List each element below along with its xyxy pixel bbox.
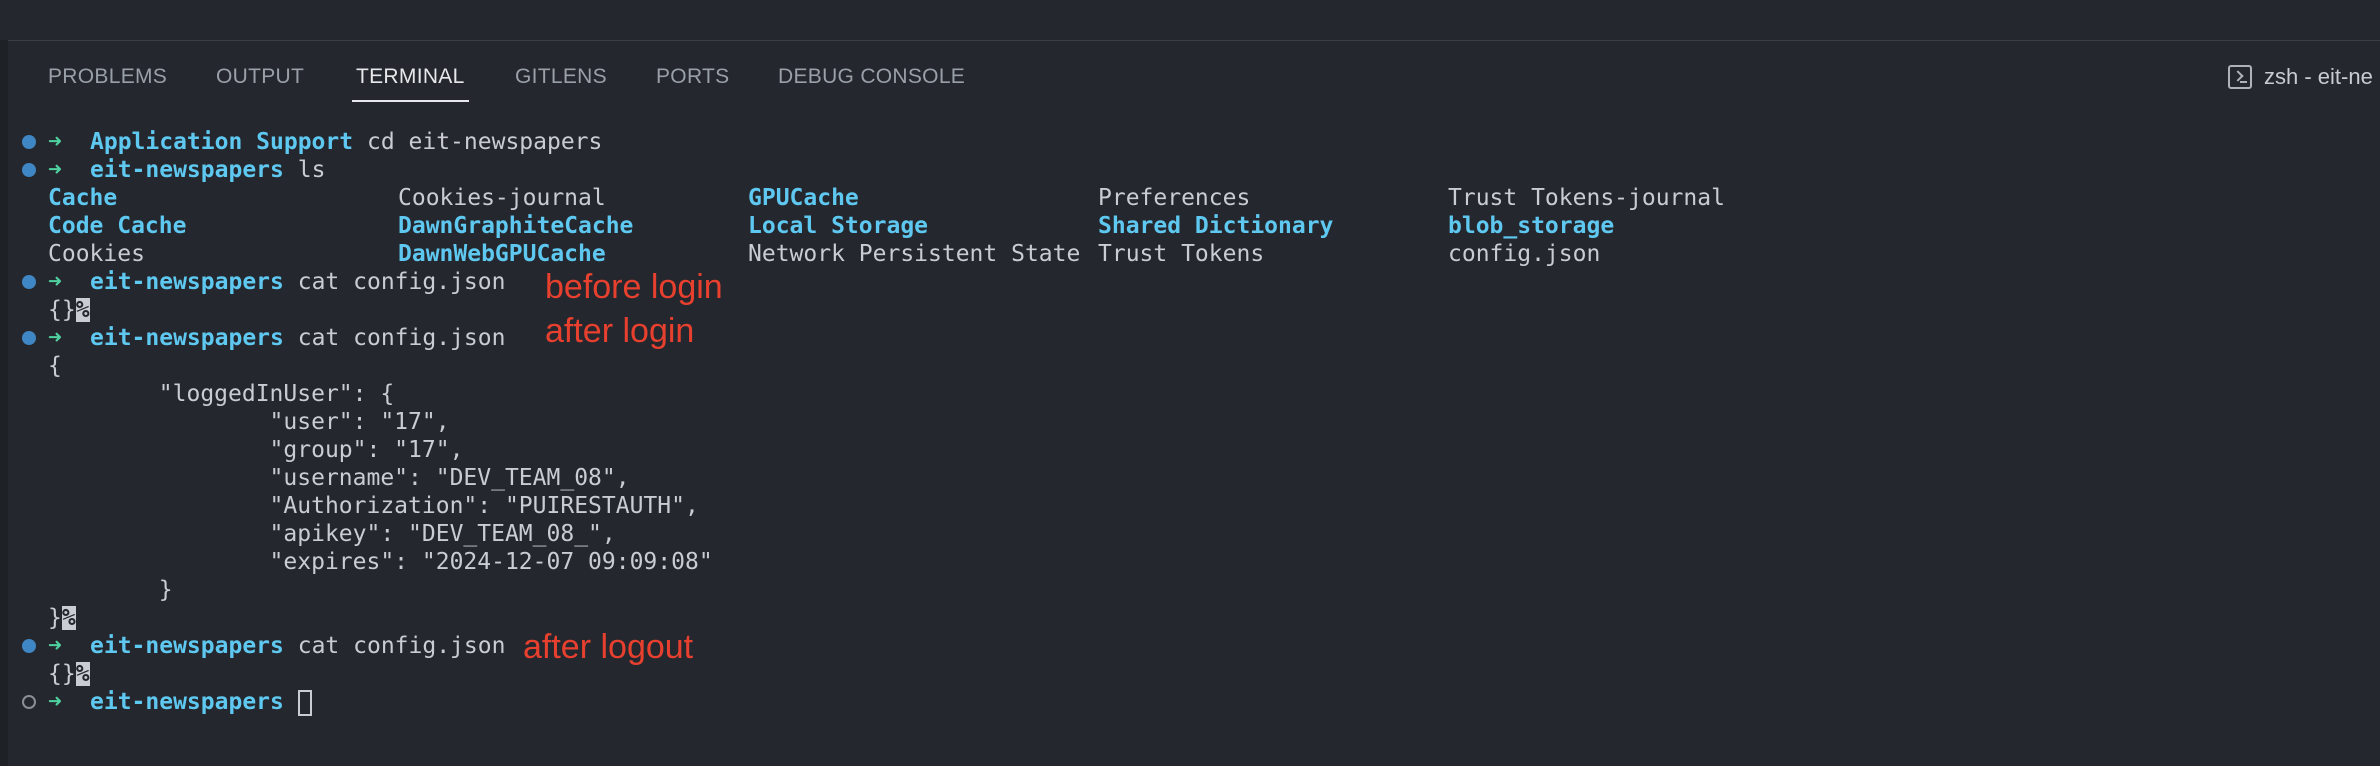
prompt-line-3: eit-newspapers cat config.json [90,268,505,296]
command-success-dot[interactable] [22,275,36,289]
command-text: cd eit-newspapers [366,129,603,155]
terminal-instance-label: zsh - eit-ne [2264,64,2373,89]
prompt-directory: eit-newspapers [90,689,284,715]
no-newline-marker: % [61,605,76,631]
prompt-directory: eit-newspapers [90,325,284,351]
json-output-line: "group": "17", [48,437,464,463]
ls-entry-dir: Shared Dictionary [1098,213,1334,239]
command-text: cat config.json [297,269,506,295]
prompt-arrow: ➜ [48,325,62,351]
json-output-line: { [48,353,62,379]
ls-entry-dir: GPUCache [748,185,859,211]
prompt-arrow: ➜ [48,129,62,155]
tab-problems[interactable]: PROBLEMS [48,60,167,100]
json-output-line: "Authorization": "PUIRESTAUTH", [48,493,699,519]
prompt-line-2: eit-newspapers ls [90,156,325,184]
json-output-line: }% [48,605,76,631]
command-text: cat config.json [297,633,506,659]
json-output-line: "user": "17", [48,409,450,435]
prompt-arrow: ➜ [48,689,62,715]
tab-output[interactable]: OUTPUT [216,60,304,100]
prompt-directory: Application Support [90,129,354,155]
ls-entry-file: Cookies-journal [398,185,606,211]
annotation-after-logout: after logout [523,628,694,666]
tab-terminal[interactable]: TERMINAL [352,60,469,102]
command-output: {}% [48,297,90,323]
annotation-before-login: before login [545,268,723,306]
command-text: cat config.json [297,325,506,351]
prompt-directory: eit-newspapers [90,269,284,295]
command-pending-dot[interactable] [22,695,36,709]
prompt-arrow: ➜ [48,633,62,659]
command-success-dot[interactable] [22,163,36,177]
terminal-cursor [297,689,312,716]
command-success-dot[interactable] [22,135,36,149]
command-text: ls [297,157,326,183]
prompt-line-1: Application Support cd eit-newspapers [90,128,602,156]
terminal-instance-selector[interactable]: zsh - eit-ne [2228,60,2373,94]
editor-top-strip [0,0,2380,41]
prompt-arrow: ➜ [48,157,62,183]
json-output-line: } [48,577,173,603]
command-output: {}% [48,661,90,687]
tab-gitlens[interactable]: GITLENS [515,60,607,100]
activity-bar-edge [0,40,8,766]
ls-entry-dir: Local Storage [748,213,929,239]
command-success-dot[interactable] [22,331,36,345]
tab-ports[interactable]: PORTS [656,60,729,100]
no-newline-marker: % [75,297,90,323]
prompt-line-5: eit-newspapers cat config.json [90,632,505,660]
no-newline-marker: % [75,661,90,687]
ls-entry-dir: DawnGraphiteCache [398,213,634,239]
ls-entry-dir: Code Cache [48,213,187,239]
terminal-icon [2228,65,2252,89]
prompt-directory: eit-newspapers [90,157,284,183]
prompt-line-4: eit-newspapers cat config.json [90,324,505,352]
prompt-line-6[interactable]: eit-newspapers [90,688,312,716]
ls-entry-dir: DawnWebGPUCache [398,241,606,267]
json-output-line: "expires": "2024-12-07 09:09:08" [48,549,713,575]
ls-entry-file: Preferences [1098,185,1251,211]
prompt-arrow: ➜ [48,269,62,295]
ls-entry-file: config.json [1448,241,1601,267]
ls-entry-file: Network Persistent State [748,241,1081,267]
tab-debug-console[interactable]: DEBUG CONSOLE [778,60,965,100]
ls-entry-file: Trust Tokens-journal [1448,185,1725,211]
ls-entry-dir: blob_storage [1448,213,1615,239]
json-output-line: "loggedInUser": { [48,381,395,407]
command-success-dot[interactable] [22,639,36,653]
annotation-after-login: after login [545,312,695,350]
ls-entry-file: Trust Tokens [1098,241,1265,267]
ls-entry-file: Cookies [48,241,145,267]
ls-entry-dir: Cache [48,185,118,211]
json-output-line: "apikey": "DEV_TEAM_08_", [48,521,616,547]
prompt-directory: eit-newspapers [90,633,284,659]
json-output-line: "username": "DEV_TEAM_08", [48,465,630,491]
